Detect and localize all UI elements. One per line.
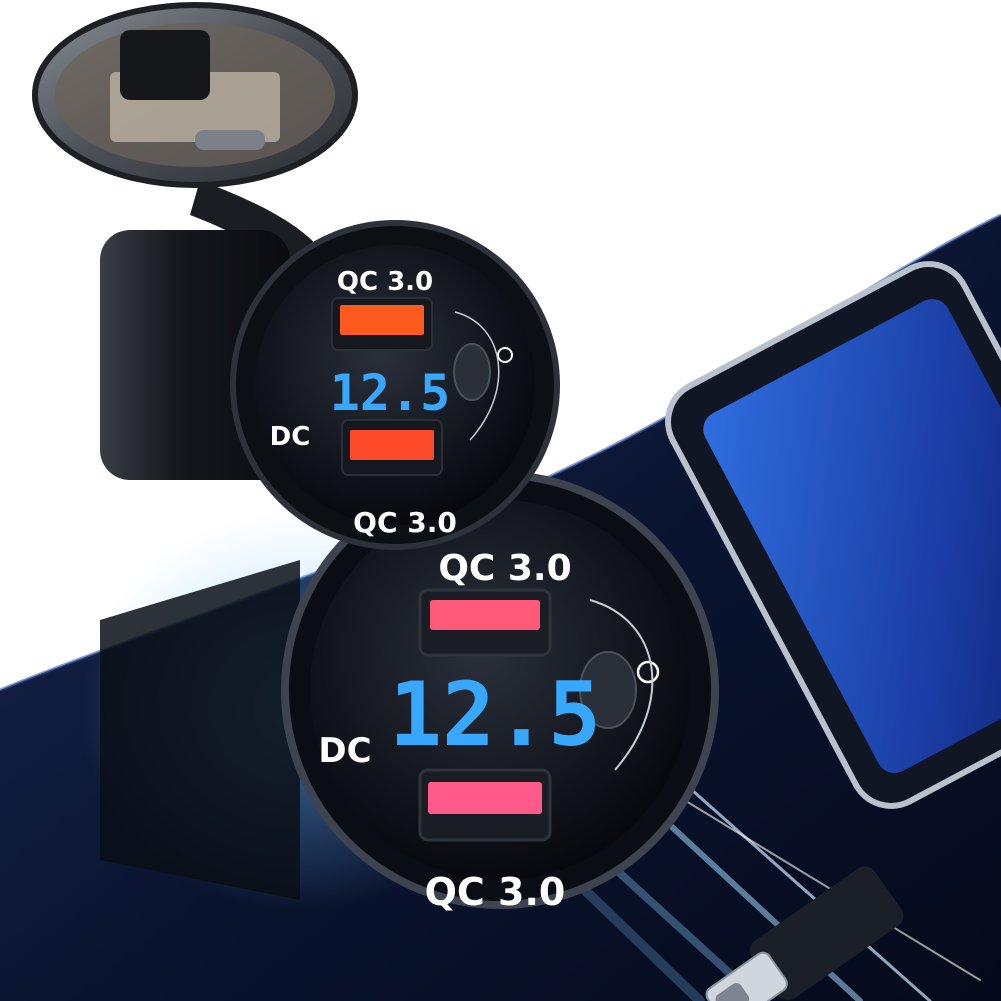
product-socket: 12.5 QC 3.0 QC 3.0 DC: [32, 2, 560, 550]
closeup-top-label: QC 3.0: [438, 548, 571, 589]
closeup-side-label: DC: [318, 731, 371, 771]
closeup-bottom-label: QC 3.0: [425, 870, 566, 914]
product-touch-button: [453, 343, 491, 401]
product-scene: 12.5 QC 3.0 QC 3.0 DC 12.5 QC 3.0 QC 3.0…: [0, 2, 1001, 1001]
closeup-voltage-display: 12.5: [389, 663, 601, 766]
product-voltage-display: 12.5: [330, 364, 450, 422]
product-side-label: DC: [270, 422, 311, 452]
product-bottom-label: QC 3.0: [353, 506, 457, 539]
product-top-label: QC 3.0: [337, 267, 433, 297]
